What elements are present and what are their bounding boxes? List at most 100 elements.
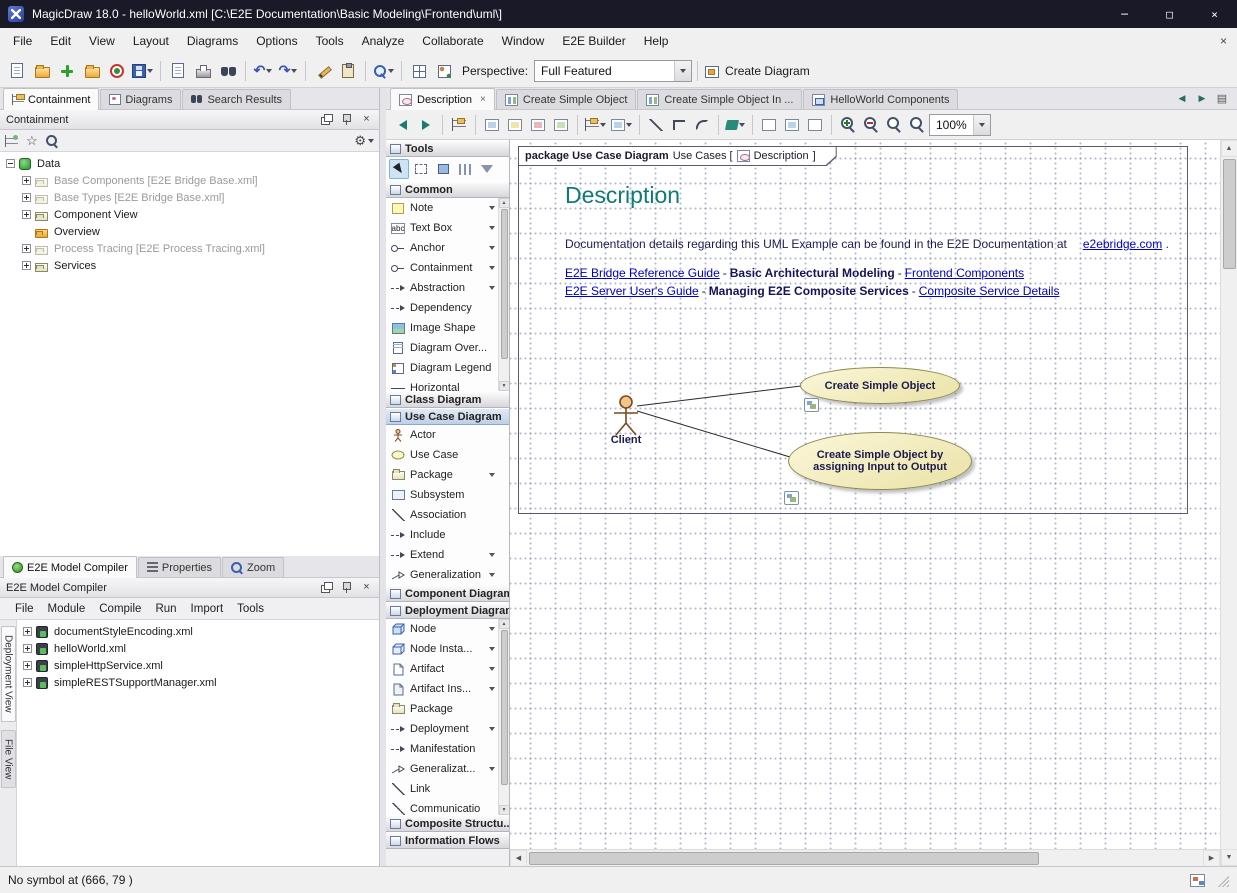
- favorites-icon[interactable]: ☆: [26, 133, 38, 149]
- menu-layout[interactable]: Layout: [124, 28, 178, 54]
- palette-item-node[interactable]: Node: [386, 619, 509, 639]
- scroll-left-icon[interactable]: ◀: [510, 850, 527, 867]
- palette-item-actor[interactable]: Actor: [386, 425, 509, 445]
- compiler-menu-compile[interactable]: Compile: [92, 603, 148, 615]
- filter-tool[interactable]: [477, 159, 497, 179]
- doc-tab-helloworld-components[interactable]: HelloWorld Components: [803, 89, 958, 109]
- e2ebridge-link[interactable]: e2ebridge.com: [1083, 237, 1162, 251]
- scroll-thumb[interactable]: [1223, 159, 1236, 269]
- palette-item-note[interactable]: Note: [386, 198, 509, 218]
- print-button[interactable]: [191, 59, 215, 83]
- tree-row-simplerestsupportmanager[interactable]: simpleRESTSupportManager.xml: [17, 674, 379, 691]
- marquee-tool[interactable]: [411, 159, 431, 179]
- palette-item-anchor[interactable]: Anchor: [386, 238, 509, 258]
- zoom-select[interactable]: 100%: [929, 114, 991, 136]
- palette-section-class-diagram[interactable]: Class Diagram: [386, 391, 509, 408]
- forward-button[interactable]: [415, 114, 437, 136]
- composite-service-details-link[interactable]: Composite Service Details: [919, 284, 1060, 298]
- tree-row-component-view[interactable]: Component View: [0, 206, 379, 223]
- expand-icon[interactable]: [22, 193, 31, 202]
- link-tree-icon[interactable]: [5, 135, 18, 147]
- close-panel-icon[interactable]: ×: [360, 113, 373, 126]
- pin-panel-icon[interactable]: [340, 113, 353, 126]
- palette-item-abstraction[interactable]: Abstraction: [386, 278, 509, 298]
- tab-search-results[interactable]: Search Results: [182, 89, 291, 109]
- close-panel-icon[interactable]: ×: [360, 581, 373, 594]
- scroll-down-icon[interactable]: ▼: [1221, 849, 1237, 866]
- palette-item-artifact[interactable]: Artifact: [386, 659, 509, 679]
- palette-item-horizontal-separator[interactable]: Horizontal: [386, 378, 509, 391]
- perspective-select[interactable]: Full Featured: [534, 60, 692, 82]
- palette-item-image-shape[interactable]: Image Shape: [386, 318, 509, 338]
- palette-item-manifestation[interactable]: Manifestation: [386, 739, 509, 759]
- clipboard-button[interactable]: [336, 59, 360, 83]
- back-button[interactable]: [392, 114, 414, 136]
- menu-help[interactable]: Help: [635, 28, 678, 54]
- palette-item-association[interactable]: Association: [386, 505, 509, 525]
- palette-item-generalization[interactable]: Generalization: [386, 565, 509, 585]
- notification-icon[interactable]: [1190, 874, 1205, 887]
- palette-section-information-flows[interactable]: Information Flows: [386, 832, 509, 849]
- tree-row-overview[interactable]: Overview: [0, 223, 379, 240]
- open-project-button[interactable]: [30, 59, 54, 83]
- search-model-button[interactable]: [371, 59, 396, 83]
- palette-section-component-diagram[interactable]: Component Diagram: [386, 585, 509, 602]
- menu-options[interactable]: Options: [247, 28, 306, 54]
- menu-view[interactable]: View: [80, 28, 124, 54]
- open-model-button[interactable]: [80, 59, 104, 83]
- maximize-button[interactable]: □: [1147, 0, 1192, 28]
- doc-tab-description[interactable]: Description ×: [390, 88, 495, 110]
- menu-diagrams[interactable]: Diagrams: [178, 28, 247, 54]
- frontend-components-link[interactable]: Frontend Components: [905, 266, 1024, 280]
- menu-window[interactable]: Window: [493, 28, 554, 54]
- gear-icon[interactable]: ⚙: [354, 133, 366, 149]
- scroll-up-icon[interactable]: ▲: [499, 198, 510, 208]
- tree-row-data[interactable]: Data: [0, 155, 379, 172]
- actual-size-button[interactable]: [906, 114, 928, 136]
- tree-row-simplehttpservice[interactable]: simpleHttpService.xml: [17, 657, 379, 674]
- tree-row-helloworld[interactable]: helloWorld.xml: [17, 640, 379, 657]
- doc-tab-create-simple-object[interactable]: Create Simple Object: [496, 89, 637, 109]
- new-project-button[interactable]: [5, 59, 29, 83]
- resize-grip[interactable]: [1215, 873, 1229, 887]
- palette-item-diagram-legend[interactable]: Diagram Legend: [386, 358, 509, 378]
- bridge-reference-guide-link[interactable]: E2E Bridge Reference Guide: [565, 266, 720, 280]
- pointer-tool[interactable]: [389, 159, 409, 179]
- palette-section-common[interactable]: Common: [386, 181, 509, 198]
- scroll-thumb[interactable]: [501, 209, 508, 359]
- close-button[interactable]: ×: [1192, 0, 1237, 28]
- tab-deployment-view[interactable]: Deployment View: [1, 626, 16, 722]
- compiler-menu-file[interactable]: File: [8, 603, 41, 615]
- tab-containment[interactable]: Containment: [3, 88, 99, 110]
- add-element-button[interactable]: [55, 59, 79, 83]
- palette-item-communication-path[interactable]: Communicatio: [386, 799, 509, 815]
- search-tree-icon[interactable]: [46, 135, 59, 147]
- fill-color-button[interactable]: [724, 114, 747, 136]
- create-diagram-button[interactable]: Create Diagram: [703, 59, 817, 83]
- palette-item-use-case[interactable]: Use Case: [386, 445, 509, 465]
- collapse-icon[interactable]: [6, 159, 15, 168]
- doc-tab-create-simple-object-in[interactable]: Create Simple Object In ...: [637, 89, 802, 109]
- palette-section-use-case-diagram[interactable]: Use Case Diagram: [386, 408, 509, 425]
- compiler-menu-import[interactable]: Import: [184, 603, 231, 615]
- float-panel-icon[interactable]: [320, 581, 333, 594]
- scroll-thumb[interactable]: [501, 630, 508, 785]
- zoom-in-button[interactable]: [837, 114, 859, 136]
- zoom-out-button[interactable]: [860, 114, 882, 136]
- perspective-dropdown-button[interactable]: [674, 61, 691, 81]
- fit-in-window-button[interactable]: [883, 114, 905, 136]
- minimize-button[interactable]: ─: [1102, 0, 1147, 28]
- swap-button[interactable]: [758, 114, 780, 136]
- menu-analyze[interactable]: Analyze: [353, 28, 414, 54]
- palette-item-node-instance[interactable]: Node Insta...: [386, 639, 509, 659]
- diagram-link-badge[interactable]: [804, 398, 819, 412]
- add-related-button[interactable]: [609, 114, 634, 136]
- cut-button[interactable]: [527, 114, 549, 136]
- paste-button[interactable]: [504, 114, 526, 136]
- shape-a-button[interactable]: [781, 114, 803, 136]
- e2e-bridge-button[interactable]: [105, 59, 129, 83]
- layout-grid-button[interactable]: [407, 59, 431, 83]
- close-tab-icon[interactable]: ×: [480, 94, 486, 105]
- float-panel-icon[interactable]: [320, 113, 333, 126]
- show-containment-button[interactable]: [448, 114, 470, 136]
